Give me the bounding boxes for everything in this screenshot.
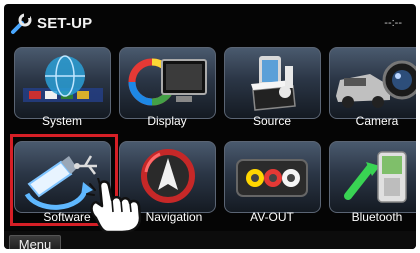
- tile-label-bluetooth: Bluetooth: [351, 210, 403, 224]
- bottom-bar: [4, 231, 416, 249]
- tile-label-av-out: AV-OUT: [250, 210, 294, 224]
- clock-display: --:--: [384, 17, 402, 29]
- bluetooth-tile[interactable]: [329, 141, 416, 213]
- av-cable-icon: [236, 159, 308, 197]
- tile-label-system: System: [41, 114, 82, 128]
- system-tile[interactable]: [14, 47, 111, 119]
- wrench-icon: [11, 13, 32, 34]
- tile-label-display: Display: [147, 114, 187, 128]
- tile-label-source: Source: [252, 114, 292, 128]
- menu-button[interactable]: Menu: [9, 235, 61, 249]
- title-bar: SET-UP --:--: [4, 4, 416, 44]
- pointing-hand-icon: [86, 178, 142, 232]
- bluetooth-phone-icon: [344, 151, 407, 203]
- page-title: SET-UP: [37, 15, 93, 32]
- monitor-colorwheel-icon: [128, 58, 207, 106]
- media-source-icon: [251, 56, 296, 111]
- car-camera-icon: [336, 60, 416, 108]
- av-out-tile[interactable]: [224, 141, 321, 213]
- globe-network-icon: [23, 55, 103, 102]
- tile-label-camera: Camera: [355, 114, 399, 128]
- display-tile[interactable]: [119, 47, 216, 119]
- camera-tile[interactable]: [329, 47, 416, 119]
- source-tile[interactable]: [224, 47, 321, 119]
